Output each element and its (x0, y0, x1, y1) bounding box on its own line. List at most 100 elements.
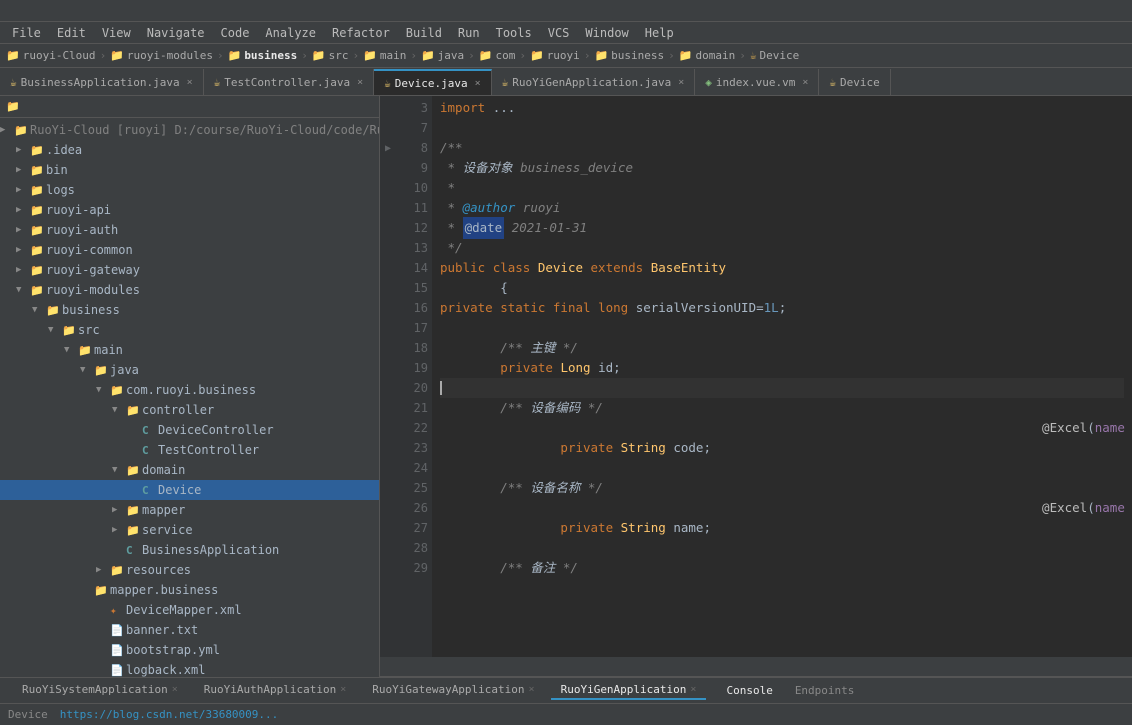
menu-item-view[interactable]: View (94, 24, 139, 42)
menu-item-code[interactable]: Code (213, 24, 258, 42)
tree-item[interactable]: ▼📁ruoyi-modules (0, 280, 379, 300)
tree-item[interactable]: CBusinessApplication (0, 540, 379, 560)
breadcrumb-item-main[interactable]: 📁main (363, 49, 406, 62)
tree-item[interactable]: ▶📁RuoYi-Cloud [ruoyi] D:/course/RuoYi-Cl… (0, 120, 379, 140)
tree-item[interactable]: 📄bootstrap.yml (0, 640, 379, 660)
tree-item[interactable]: ▶📁service (0, 520, 379, 540)
code-token: final (553, 298, 598, 318)
tree-item[interactable]: 📄banner.txt (0, 620, 379, 640)
gutter-icon (380, 498, 396, 518)
menu-item-tools[interactable]: Tools (488, 24, 540, 42)
tab-Device-java[interactable]: ☕Device.java× (374, 69, 492, 95)
run-bar[interactable]: RuoYiSystemApplication × RuoYiAuthApplica… (0, 677, 1132, 703)
tree-item[interactable]: ▶📁ruoyi-auth (0, 220, 379, 240)
tree-item[interactable]: ▶📁bin (0, 160, 379, 180)
tabs-bar[interactable]: ☕BusinessApplication.java×☕TestControlle… (0, 68, 1132, 96)
tab-close-button[interactable]: × (187, 77, 193, 88)
bottom-tab-console[interactable]: Console (718, 682, 780, 699)
tree-item[interactable]: ▶📁ruoyi-api (0, 200, 379, 220)
tab-index-vue-vm[interactable]: ◈index.vue.vm× (695, 69, 819, 95)
folder-icon: 📁 (110, 49, 124, 62)
tree-arrow: ▼ (48, 325, 62, 335)
tree-item[interactable]: ▼📁controller (0, 400, 379, 420)
tab-close-button[interactable]: × (678, 77, 684, 88)
menu-item-analyze[interactable]: Analyze (257, 24, 324, 42)
status-bar: Device https://blog.csdn.net/33680009... (0, 703, 1132, 725)
menu-item-help[interactable]: Help (637, 24, 682, 42)
tree-item[interactable]: ▶📁mapper (0, 500, 379, 520)
code-token: * (440, 198, 463, 218)
menu-item-refactor[interactable]: Refactor (324, 24, 398, 42)
breadcrumb-item-business[interactable]: 📁business (228, 49, 298, 62)
breadcrumb-item-src[interactable]: 📁src (312, 49, 349, 62)
tree-arrow: ▶ (96, 565, 110, 575)
menu-item-build[interactable]: Build (398, 24, 450, 42)
menu-item-file[interactable]: File (4, 24, 49, 42)
editor-filename-bar (380, 657, 1132, 677)
tree-item[interactable]: CDeviceController (0, 420, 379, 440)
tab-TestController-java[interactable]: ☕TestController.java× (204, 69, 375, 95)
run-tab-ruoyigenapplication[interactable]: RuoYiGenApplication × (551, 681, 707, 700)
tree-label: java (110, 363, 139, 377)
tree-item[interactable]: ▶📁.idea (0, 140, 379, 160)
tree-item[interactable]: 📁mapper.business (0, 580, 379, 600)
sidebar-header: 📁 (0, 96, 379, 118)
gutter-icon (380, 438, 396, 458)
code-token: 2021-01-31 (504, 218, 587, 238)
run-tab-ruoyisystemapplication[interactable]: RuoYiSystemApplication × (12, 681, 188, 700)
tab-BusinessApplication-java[interactable]: ☕BusinessApplication.java× (0, 69, 204, 95)
run-tab-close[interactable]: × (172, 684, 178, 695)
menu-item-edit[interactable]: Edit (49, 24, 94, 42)
tree-item[interactable]: CDevice (0, 480, 379, 500)
menu-item-navigate[interactable]: Navigate (139, 24, 213, 42)
java-class-icon: C (126, 544, 142, 557)
run-tab-ruoyigatewayapplication[interactable]: RuoYiGatewayApplication × (362, 681, 544, 700)
tab-close-button[interactable]: × (802, 77, 808, 88)
tree-item[interactable]: ▼📁domain (0, 460, 379, 480)
folder-icon: 📁 (530, 49, 544, 62)
breadcrumb-item-domain[interactable]: 📁domain (679, 49, 735, 62)
code-area[interactable]: import .../** * 设备对象 business_device * *… (432, 96, 1132, 657)
tab-close-button[interactable]: × (357, 77, 363, 88)
tree-item[interactable]: ▶📁logs (0, 180, 379, 200)
tab-RuoYiGenApplication-java[interactable]: ☕RuoYiGenApplication.java× (492, 69, 696, 95)
tree-label: banner.txt (126, 623, 198, 637)
file-tree[interactable]: ▶📁RuoYi-Cloud [ruoyi] D:/course/RuoYi-Cl… (0, 118, 379, 677)
tab-close-button[interactable]: × (475, 78, 481, 89)
breadcrumb-item-business[interactable]: 📁business (594, 49, 664, 62)
code-token: ; (613, 358, 621, 378)
tree-item[interactable]: ▼📁java (0, 360, 379, 380)
tree-item[interactable]: CTestController (0, 440, 379, 460)
tab-Device[interactable]: ☕Device (819, 69, 890, 95)
tree-item[interactable]: ▶📁resources (0, 560, 379, 580)
tree-item[interactable]: ✦DeviceMapper.xml (0, 600, 379, 620)
menu-item-window[interactable]: Window (577, 24, 636, 42)
folder-icon: 📁 (228, 49, 242, 62)
menu-item-vcs[interactable]: VCS (540, 24, 578, 42)
tree-item[interactable]: ▼📁main (0, 340, 379, 360)
bottom-tab-endpoints[interactable]: Endpoints (787, 682, 863, 699)
breadcrumb-item-ruoyi-modules[interactable]: 📁ruoyi-modules (110, 49, 213, 62)
breadcrumb-item-ruoyi[interactable]: 📁ruoyi (530, 49, 580, 62)
tree-item[interactable]: ▼📁com.ruoyi.business (0, 380, 379, 400)
breadcrumb-item-Device[interactable]: ☕Device (750, 49, 799, 62)
run-tab-close[interactable]: × (340, 684, 346, 695)
tree-item[interactable]: 📄logback.xml (0, 660, 379, 677)
tree-item[interactable]: ▼📁business (0, 300, 379, 320)
breadcrumb-item-ruoyi-Cloud[interactable]: 📁ruoyi-Cloud (6, 49, 96, 62)
folder-open-icon: 📁 (126, 404, 142, 417)
run-tab-close[interactable]: × (529, 684, 535, 695)
tree-item[interactable]: ▼📁src (0, 320, 379, 340)
run-tab-ruoyiauthapplication[interactable]: RuoYiAuthApplication × (194, 681, 356, 700)
menu-item-run[interactable]: Run (450, 24, 488, 42)
tree-label: TestController (158, 443, 259, 457)
code-token: 设备对象 (463, 158, 521, 178)
run-tab-close[interactable]: × (690, 684, 696, 695)
breadcrumb-item-com[interactable]: 📁com (479, 49, 516, 62)
code-line: @Excel(name = "设备名 (440, 498, 1124, 518)
breadcrumb-item-java[interactable]: 📁java (421, 49, 464, 62)
tree-item[interactable]: ▶📁ruoyi-gateway (0, 260, 379, 280)
tree-item[interactable]: ▶📁ruoyi-common (0, 240, 379, 260)
editor[interactable]: ▶ 37891011121314151617181920212223242526… (380, 96, 1132, 677)
breadcrumb-label: business (611, 49, 664, 62)
